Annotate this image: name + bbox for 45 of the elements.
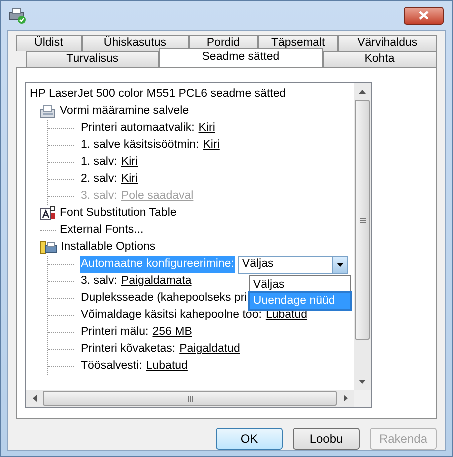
dialog-button[interactable]: Loobu (293, 428, 360, 450)
scroll-thumb[interactable] (355, 100, 370, 340)
setting-value[interactable]: Kiri (121, 170, 138, 188)
setting-value[interactable]: Lubatud (146, 358, 188, 376)
tree-node[interactable]: Vormi määramine salvele (60, 102, 190, 120)
setting-value[interactable]: Paigaldatud (180, 340, 240, 358)
printer-icon (9, 8, 27, 24)
tab[interactable]: Kohta (322, 51, 437, 67)
tab[interactable]: Seadme sätted (159, 48, 323, 67)
setting-label[interactable]: 2. salv: (80, 170, 118, 188)
setting-label[interactable]: 1. salv: (80, 154, 118, 172)
setting-value[interactable]: Kiri (203, 136, 220, 154)
tab[interactable]: Üldist (16, 35, 82, 51)
close-icon[interactable] (419, 11, 429, 20)
scrollbar-corner (354, 390, 371, 407)
tree-node[interactable]: External Fonts... (60, 222, 144, 240)
dropdown-field[interactable]: Väljas (238, 256, 348, 274)
tab[interactable]: Ühiskasutus (82, 35, 189, 51)
setting-value[interactable]: Lubatud (266, 306, 308, 324)
vertical-scrollbar[interactable] (354, 83, 371, 390)
setting-label[interactable]: Võimaldage käsitsi kahepoolne too: (80, 306, 263, 324)
tree-node[interactable]: Font Substitution Table (60, 204, 177, 222)
tree-root[interactable]: HP LaserJet 500 color M551 PCL6 seadme sätted (30, 86, 286, 104)
close-button[interactable] (404, 6, 444, 24)
tray-icon (40, 104, 56, 118)
setting-label[interactable]: Printeri kõvaketas: (80, 340, 177, 358)
setting-label[interactable]: Printeri automaatvalik: (80, 120, 196, 138)
printer-options-icon (40, 240, 58, 255)
setting-value[interactable]: Kiri (121, 154, 138, 172)
setting-label[interactable]: 1. salve käsitsisöötmin: (80, 136, 200, 154)
setting-value[interactable]: Paigaldamata (121, 272, 192, 290)
setting-value[interactable]: Kiri (198, 120, 216, 138)
dropdown-option[interactable]: Väljas (250, 276, 350, 292)
setting-label[interactable]: Dupleksseade (kahepoolseks pri (80, 290, 248, 308)
font-table-icon (40, 206, 56, 221)
tree-node[interactable]: Installable Options (61, 238, 156, 256)
setting-value[interactable]: 256 MB (152, 324, 192, 342)
setting-label[interactable]: Töösalvesti: (80, 358, 144, 376)
horizontal-scrollbar[interactable] (26, 390, 354, 407)
tab[interactable]: Värvihaldus (338, 35, 437, 51)
tab[interactable]: Turvalisus (26, 51, 160, 67)
dialog-button[interactable]: OK (216, 428, 283, 450)
setting-label[interactable]: 3. salv: (80, 272, 118, 290)
scroll-thumb[interactable] (43, 391, 337, 406)
setting-label[interactable]: Printeri mälu: (80, 324, 150, 342)
